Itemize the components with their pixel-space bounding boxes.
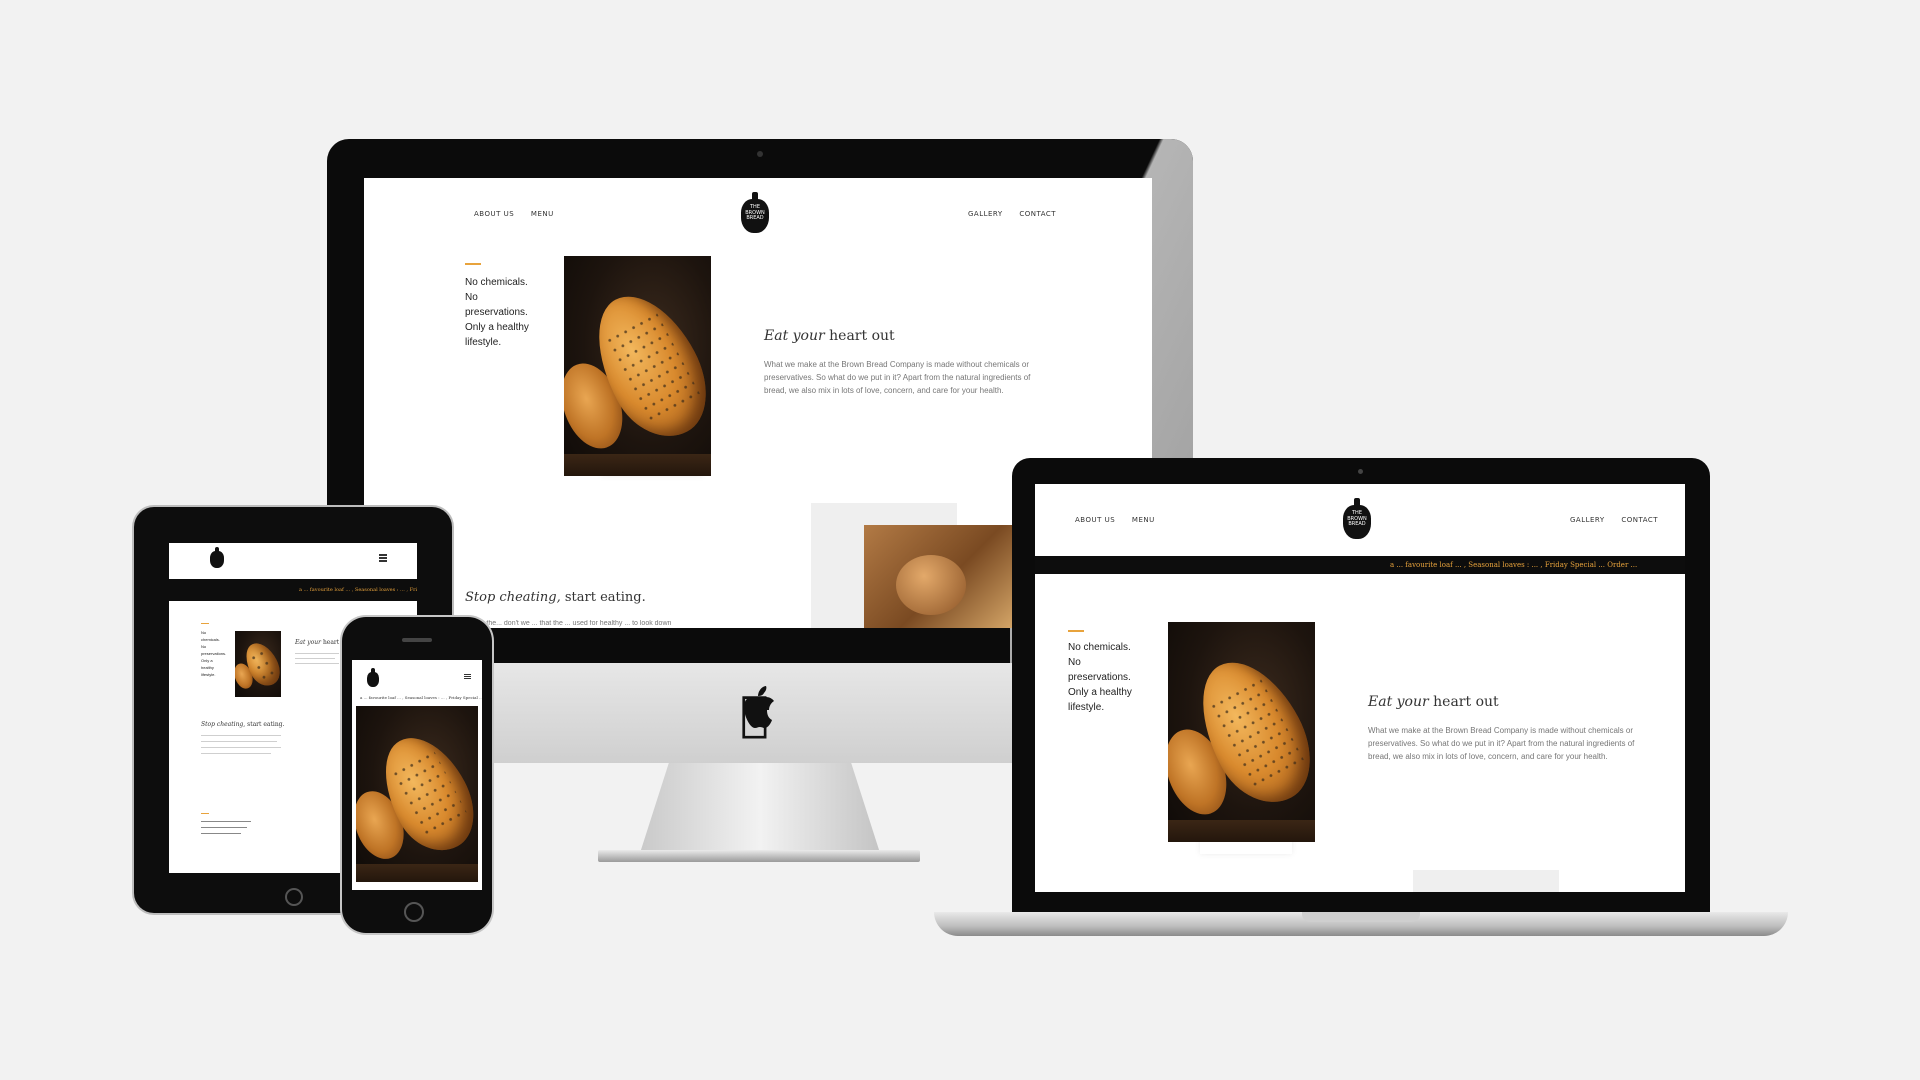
headline2-rest: start eating. <box>247 721 285 728</box>
announcement-banner: a ... favourite loaf ... , Seasonal loav… <box>169 579 417 601</box>
logo[interactable]: THE BROWN BREAD <box>1341 498 1373 540</box>
text-line <box>201 741 277 742</box>
accent-line <box>465 263 481 265</box>
logo[interactable]: THE BROWN BREAD <box>738 192 772 234</box>
imac-camera <box>757 151 763 157</box>
nav-about-us[interactable]: ABOUT US <box>474 210 514 218</box>
announcement-banner: a ... favourite loaf ... , Seasonal loav… <box>1035 556 1685 574</box>
bread-photo <box>564 256 711 476</box>
nav-right: GALLERY CONTACT <box>968 210 1070 218</box>
headline-2: Stop cheating, start eating. <box>201 721 284 728</box>
headline-rest: heart out <box>829 328 895 344</box>
gallery-photo <box>864 525 1014 628</box>
text-line <box>201 821 251 822</box>
logo[interactable] <box>366 668 380 688</box>
body-copy-2: Unlike the... don't we ... that the ... … <box>465 620 672 627</box>
nav-left: ABOUT US MENU <box>474 210 568 218</box>
text-line <box>201 735 281 736</box>
headline2-italic: Stop cheating, <box>465 590 561 605</box>
nav-right: GALLERY CONTACT <box>1570 516 1672 524</box>
logo-badge: THE BROWN BREAD <box>741 199 769 233</box>
imac-base <box>598 850 920 862</box>
hamburger-menu-icon[interactable] <box>379 557 387 559</box>
phone-screen: a ... favourite loaf ... , Seasonal loav… <box>352 660 482 890</box>
logo-line: BREAD <box>746 215 764 221</box>
accent-line <box>201 623 209 624</box>
headline-italic: Eat your <box>764 328 825 344</box>
headline-rest: heart out <box>1433 694 1499 710</box>
text-line <box>201 833 241 834</box>
headline: Eat your heart out <box>1368 694 1499 710</box>
logo-line: BREAD <box>1348 521 1366 527</box>
nav-gallery[interactable]: GALLERY <box>968 210 1003 218</box>
accent-line <box>1068 630 1084 632</box>
logo-badge <box>367 672 379 687</box>
phone-speaker <box>402 638 432 642</box>
laptop-camera <box>1358 469 1363 474</box>
headline-italic: Eat your <box>1368 694 1429 710</box>
logo[interactable] <box>209 547 225 569</box>
hamburger-menu-icon[interactable] <box>464 676 471 677</box>
nav-gallery[interactable]: GALLERY <box>1570 516 1605 524</box>
bread-photo <box>356 706 478 882</box>
body-copy: What we make at the Brown Bread Company … <box>1368 726 1635 761</box>
text-line <box>201 747 281 748</box>
tagline: No chemicals. No preservations. Only a h… <box>465 277 529 348</box>
headline2-italic: Stop cheating, <box>201 721 246 728</box>
phone-home-button[interactable] <box>404 902 424 922</box>
text-line <box>295 663 339 664</box>
text-line <box>295 653 339 654</box>
bread-photo <box>235 631 281 697</box>
tagline: No chemicals. No preservations. Only a h… <box>1068 642 1132 713</box>
nav-about-us[interactable]: ABOUT US <box>1075 516 1115 524</box>
apple-logo-icon <box>744 686 774 728</box>
grey-block <box>1413 870 1559 892</box>
nav-contact[interactable]: CONTACT <box>1019 210 1056 218</box>
laptop-screen: ABOUT US MENU THE BROWN BREAD GALLERY CO… <box>1035 484 1685 892</box>
headline-2: Stop cheating, start eating. <box>465 590 646 605</box>
imac-stand <box>640 763 880 853</box>
nav-contact[interactable]: CONTACT <box>1621 516 1658 524</box>
tagline: No chemicals. No preservations. Only a h… <box>201 630 227 677</box>
laptop-notch <box>1302 912 1420 922</box>
body-copy: What we make at the Brown Bread Company … <box>764 360 1031 395</box>
tablet-home-button[interactable] <box>285 888 303 906</box>
accent-line <box>201 813 209 814</box>
logo-badge <box>210 551 224 568</box>
logo-badge: THE BROWN BREAD <box>1343 505 1371 539</box>
text-line <box>201 827 247 828</box>
headline2-rest: start eating. <box>564 590 646 605</box>
text-line <box>295 658 335 659</box>
text-line <box>201 753 271 754</box>
headline: Eat your heart out <box>764 328 895 344</box>
headline-italic: Eat your <box>295 639 322 646</box>
nav-menu[interactable]: MENU <box>1132 516 1155 524</box>
nav-menu[interactable]: MENU <box>531 210 554 218</box>
bread-photo <box>1168 622 1315 842</box>
nav-left: ABOUT US MENU <box>1075 516 1169 524</box>
announcement-banner: a ... favourite loaf ... , Seasonal loav… <box>352 693 482 703</box>
